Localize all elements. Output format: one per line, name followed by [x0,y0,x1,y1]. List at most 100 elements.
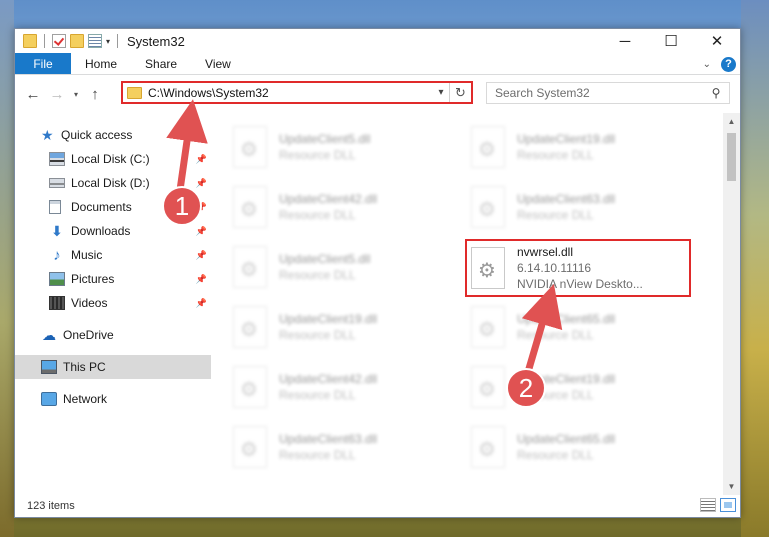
sidebar-item-label: Videos [71,296,108,310]
maximize-button[interactable]: ☐ [648,29,694,53]
address-bar[interactable]: C:\Windows\System32 ▾ ↻ [121,81,473,104]
tab-file[interactable]: File [15,53,71,74]
tab-view[interactable]: View [191,53,245,74]
pin-icon[interactable]: 📌 [196,226,207,237]
properties-check-icon[interactable] [52,34,66,48]
navigation-bar: ← → ▾ ↑ C:\Windows\System32 ▾ ↻ ⚲ [15,75,740,113]
desktop-wallpaper-right [741,0,769,537]
network-icon [41,392,57,406]
file-item[interactable]: UpdateClient65.dll Resource DLL [467,301,685,353]
sidebar-item-local-disk-c[interactable]: Local Disk (C:) 📌 [15,147,211,171]
tab-share[interactable]: Share [131,53,191,74]
sidebar-item-label: Downloads [71,224,131,238]
address-dropdown-icon[interactable]: ▾ [433,87,449,98]
file-name: UpdateClient19.dll [279,312,378,326]
file-item[interactable]: UpdateClient42.dll Resource DLL [229,361,447,413]
file-item[interactable]: UpdateClient42.dll Resource DLL [229,181,447,233]
dll-file-icon [471,426,505,468]
file-type: Resource DLL [517,328,594,342]
highlighted-file-item[interactable]: nvwrsel.dll 6.14.10.11116 NVIDIA nView D… [465,239,691,297]
main-area: ★ Quick access Local Disk (C:) 📌 Local D… [15,113,740,495]
search-box[interactable]: ⚲ [486,82,730,104]
scroll-up-icon[interactable]: ▲ [723,113,740,130]
refresh-button[interactable]: ↻ [449,83,471,102]
scroll-down-icon[interactable]: ▼ [723,478,740,495]
minimize-button[interactable]: ─ [602,29,648,53]
item-count: 123 items [27,500,75,512]
ribbon-tabs: File Home Share View ⌄ ? [15,53,740,75]
file-item[interactable]: UpdateClient19.dll Resource DLL [467,121,685,173]
file-name: UpdateClient42.dll [279,192,378,206]
sidebar-item-quick-access[interactable]: ★ Quick access [15,123,211,147]
dll-file-icon [471,247,505,289]
forward-button[interactable]: → [45,86,69,103]
up-button[interactable]: ↑ [83,86,107,103]
address-path[interactable]: C:\Windows\System32 [148,86,433,100]
sidebar-item-network[interactable]: Network [15,387,211,411]
pin-icon[interactable]: 📌 [196,250,207,261]
quick-access-toolbar: ▾ [15,34,121,48]
view-buttons [700,498,736,512]
search-input[interactable] [495,86,703,100]
sidebar-item-label: Music [71,248,103,262]
close-button[interactable]: ✕ [694,29,740,53]
pin-icon[interactable]: 📌 [196,178,207,189]
expand-ribbon-icon[interactable]: ⌄ [703,59,711,70]
videos-icon [49,296,65,310]
sidebar-item-this-pc[interactable]: This PC [15,355,211,379]
file-item[interactable]: UpdateClient63.dll Resource DLL [229,421,447,473]
ribbon-right: ⌄ ? [703,53,740,75]
sidebar-item-label: OneDrive [63,328,114,342]
vertical-scrollbar[interactable]: ▲ ▼ [723,113,740,495]
file-name: UpdateClient63.dll [517,192,616,206]
file-list: UpdateClient5.dll Resource DLL UpdateClie… [211,113,740,495]
file-type: Resource DLL [279,148,356,162]
sidebar-item-onedrive[interactable]: ☁ OneDrive [15,323,211,347]
chevron-down-icon[interactable]: ▾ [106,37,110,46]
file-name: UpdateClient65.dll [517,432,616,446]
dll-file-icon [233,366,267,408]
file-item[interactable]: UpdateClient5.dll Resource DLL [229,121,447,173]
pin-icon[interactable]: 📌 [196,154,207,165]
file-name: UpdateClient19.dll [517,132,616,146]
tab-home[interactable]: Home [71,53,131,74]
large-icons-view-icon[interactable] [720,498,736,512]
back-button[interactable]: ← [21,86,45,103]
file-type: Resource DLL [279,448,356,462]
customize-toolbar-icon[interactable] [88,34,102,48]
dll-file-icon [471,366,505,408]
file-type: Resource DLL [517,448,594,462]
sidebar-item-label: Local Disk (C:) [71,152,150,166]
file-type: Resource DLL [517,148,594,162]
window-title: System32 [127,33,185,49]
sidebar-item-label: This PC [63,360,106,374]
file-item[interactable]: UpdateClient65.dll Resource DLL [467,421,685,473]
new-folder-icon[interactable] [70,34,84,48]
file-item[interactable]: UpdateClient5.dll Resource DLL [229,241,447,293]
scrollbar-thumb[interactable] [727,133,736,181]
window-controls: ─ ☐ ✕ [602,29,740,53]
details-view-icon[interactable] [700,498,716,512]
pin-icon[interactable]: 📌 [196,274,207,285]
recent-locations-button[interactable]: ▾ [69,90,83,99]
sidebar-item-music[interactable]: ♪ Music 📌 [15,243,211,267]
file-item[interactable]: UpdateClient19.dllResource DLL [229,301,447,353]
file-explorer-window: ▾ System32 ─ ☐ ✕ File Home Share View ⌄ … [14,28,741,518]
help-icon[interactable]: ? [721,56,736,72]
file-name: nvwrsel.dll [517,245,574,259]
file-description: NVIDIA nView Deskto... [517,277,643,291]
pictures-icon [49,272,65,286]
sidebar-item-videos[interactable]: Videos 📌 [15,291,211,315]
folder-icon [23,34,37,48]
sidebar-item-label: Quick access [61,128,133,142]
pin-icon[interactable]: 📌 [196,298,207,309]
dll-file-icon [233,126,267,168]
file-item[interactable]: UpdateClient19.dllResource DLL [467,361,685,413]
step-badge-1: 1 [162,186,202,226]
dll-file-icon [233,246,267,288]
sidebar-item-pictures[interactable]: Pictures 📌 [15,267,211,291]
desktop-wallpaper-left [0,0,14,537]
file-item[interactable]: UpdateClient63.dll Resource DLL [467,181,685,233]
search-icon[interactable]: ⚲ [703,86,729,100]
